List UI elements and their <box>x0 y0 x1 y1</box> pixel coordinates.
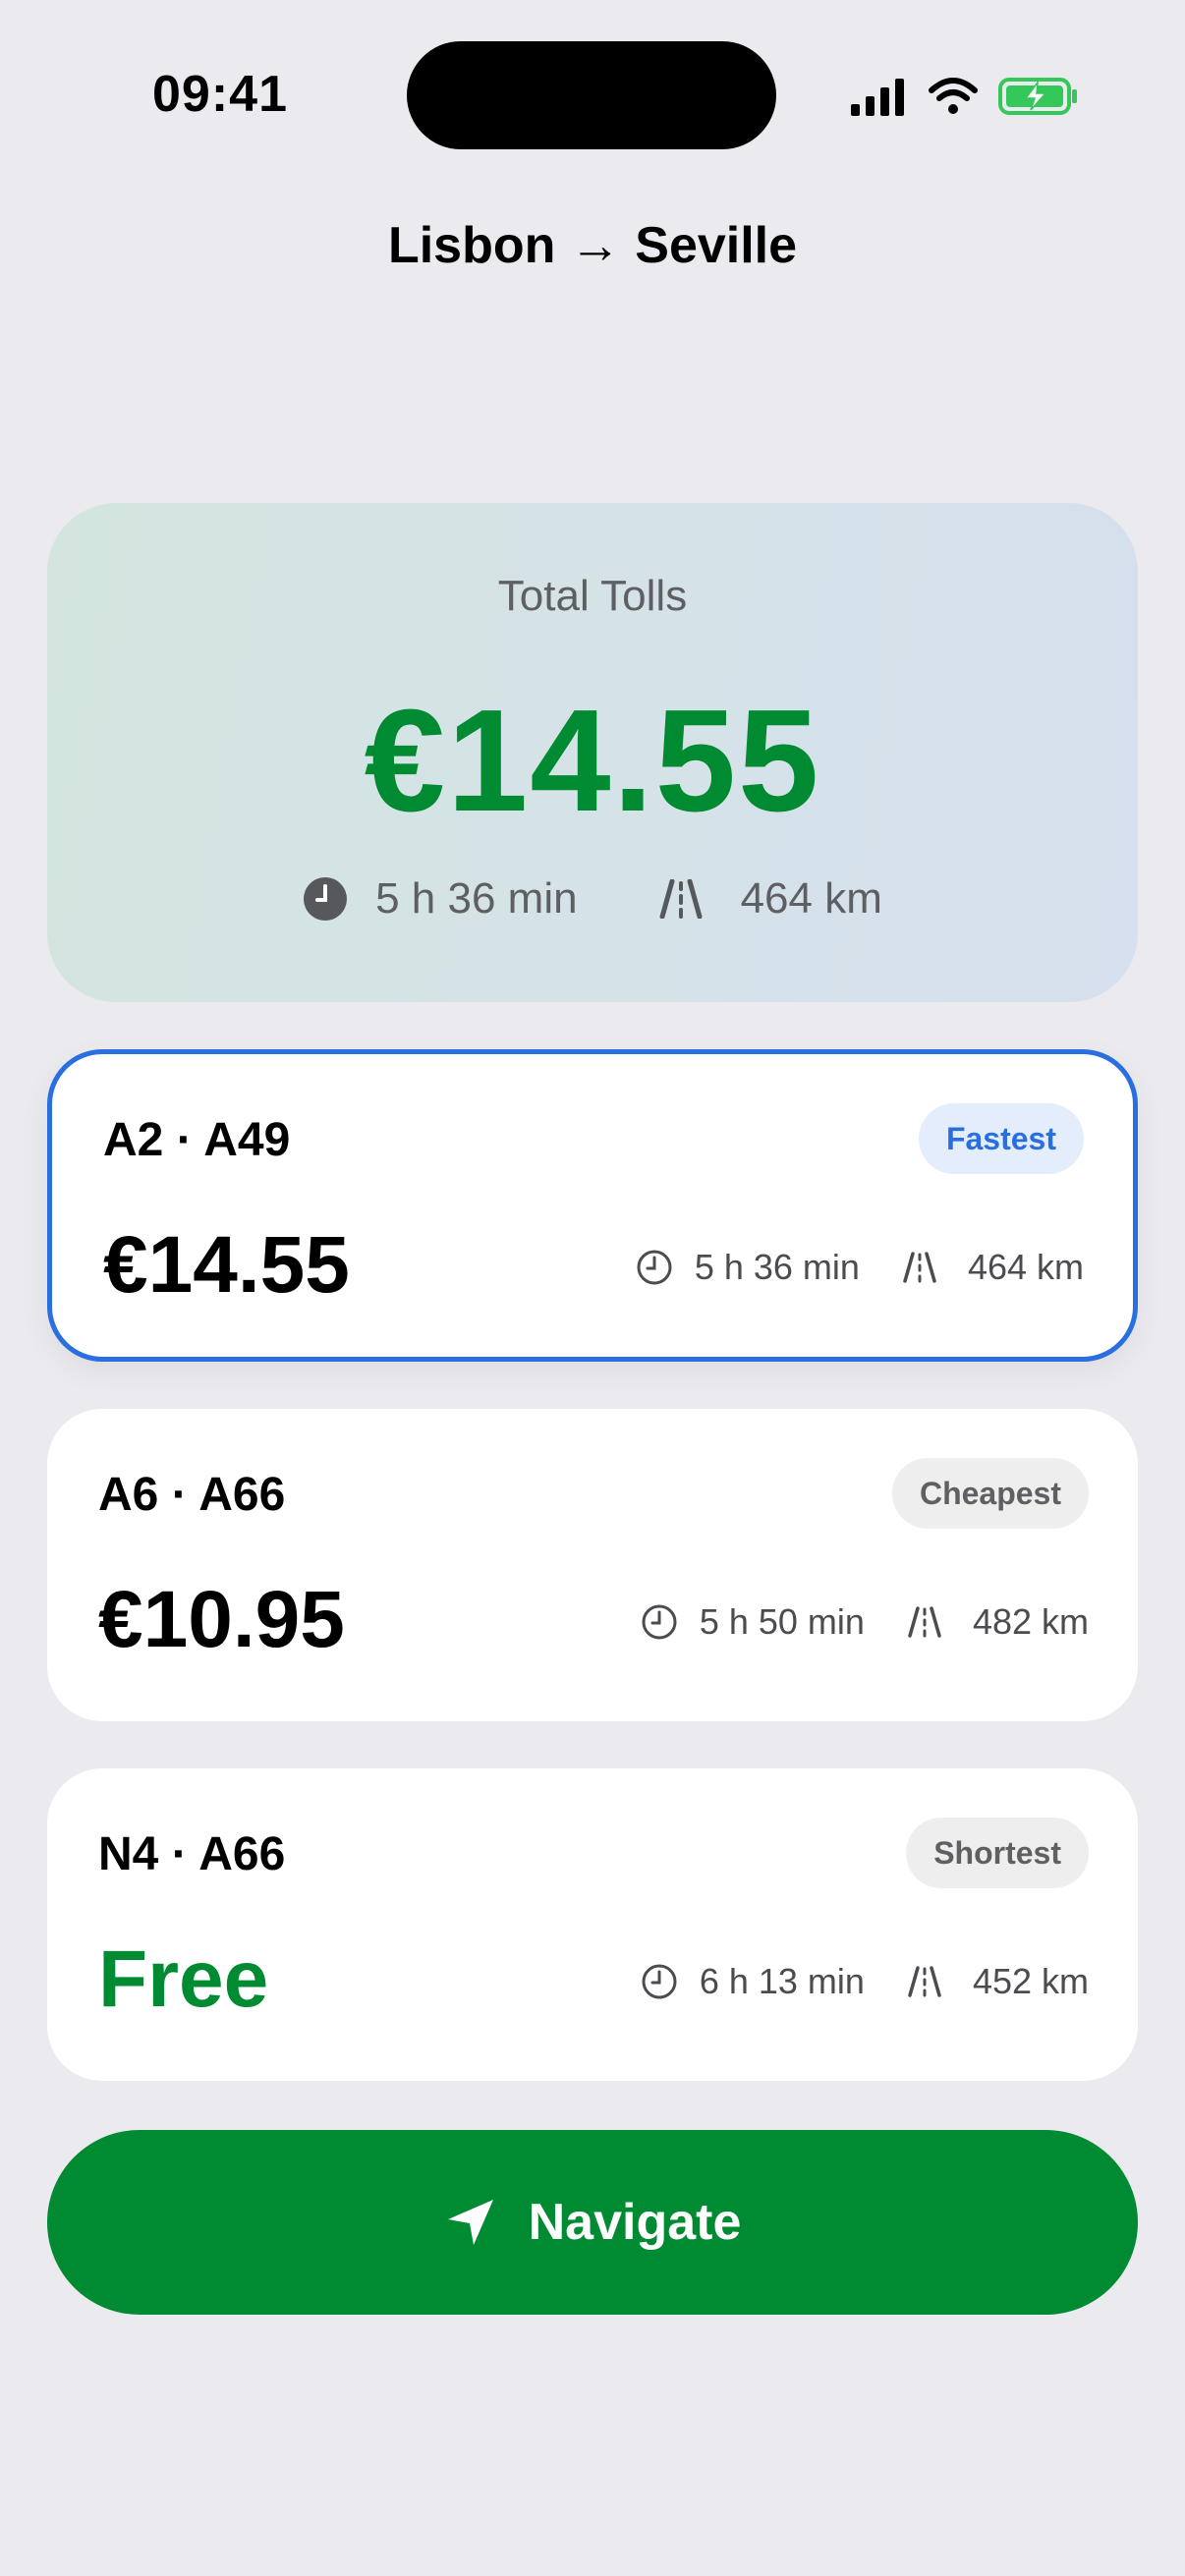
summary-distance-text: 464 km <box>740 874 882 923</box>
summary-distance: 464 km <box>649 874 882 924</box>
dynamic-island <box>407 41 776 149</box>
summary-meta: 5 h 36 min 464 km <box>0 874 1185 924</box>
route-price: €14.55 <box>103 1220 350 1310</box>
road-icon <box>898 1966 951 1997</box>
route-price: Free <box>98 1934 269 2024</box>
route-meta: 5 h 50 min 482 km <box>641 1601 1089 1643</box>
route-duration-text: 6 h 13 min <box>699 1961 865 2001</box>
clock-icon <box>641 1603 678 1641</box>
route-card-fastest[interactable]: A2 · A49 Fastest €14.55 5 h 36 min 464 k… <box>47 1049 1138 1362</box>
status-bar: 09:41 <box>0 0 1185 187</box>
route-distance: 452 km <box>898 1961 1089 2002</box>
route-distance-text: 482 km <box>972 1601 1089 1642</box>
route-duration: 5 h 50 min <box>641 1601 865 1643</box>
route-duration: 5 h 36 min <box>636 1247 860 1288</box>
route-price: €10.95 <box>98 1575 345 1664</box>
status-icons <box>849 69 1079 124</box>
total-tolls-label: Total Tolls <box>497 572 688 620</box>
total-tolls-amount: €14.55 <box>364 680 821 842</box>
route-badge-cheapest: Cheapest <box>891 1458 1089 1529</box>
route-name: A2 · A49 <box>103 1114 291 1166</box>
route-card-cheapest[interactable]: A6 · A66 Cheapest €10.95 5 h 50 min 482 … <box>47 1409 1138 1721</box>
navigate-button[interactable]: Navigate <box>47 2130 1138 2315</box>
road-icon <box>893 1252 946 1283</box>
route-name: A6 · A66 <box>98 1469 286 1521</box>
clock-icon <box>303 876 348 922</box>
wifi-icon <box>928 77 979 116</box>
page-title: Lisbon → Seville <box>387 217 798 274</box>
summary-duration-text: 5 h 36 min <box>375 874 578 923</box>
route-distance: 482 km <box>898 1601 1089 1643</box>
route-badge-shortest: Shortest <box>906 1818 1089 1888</box>
route-distance: 464 km <box>893 1247 1084 1288</box>
status-time: 09:41 <box>152 66 288 123</box>
navigation-arrow-icon <box>444 2196 497 2249</box>
battery-charging-icon <box>998 77 1079 116</box>
route-meta: 6 h 13 min 452 km <box>641 1961 1089 2002</box>
route-duration: 6 h 13 min <box>641 1961 865 2002</box>
route-card-shortest[interactable]: N4 · A66 Shortest Free 6 h 13 min 452 km <box>47 1768 1138 2081</box>
navigate-button-label: Navigate <box>528 2194 742 2251</box>
summary-duration: 5 h 36 min <box>303 874 578 924</box>
route-distance-text: 452 km <box>972 1961 1089 2001</box>
road-icon <box>898 1606 951 1638</box>
clock-icon <box>636 1249 673 1286</box>
clock-icon <box>641 1963 678 2000</box>
route-meta: 5 h 36 min 464 km <box>636 1247 1084 1288</box>
route-duration-text: 5 h 50 min <box>699 1601 865 1642</box>
road-icon <box>649 879 713 919</box>
route-distance-text: 464 km <box>967 1247 1084 1287</box>
signal-icon <box>849 77 908 116</box>
route-name: N4 · A66 <box>98 1828 286 1880</box>
route-duration-text: 5 h 36 min <box>694 1247 860 1287</box>
route-badge-fastest: Fastest <box>918 1103 1084 1174</box>
